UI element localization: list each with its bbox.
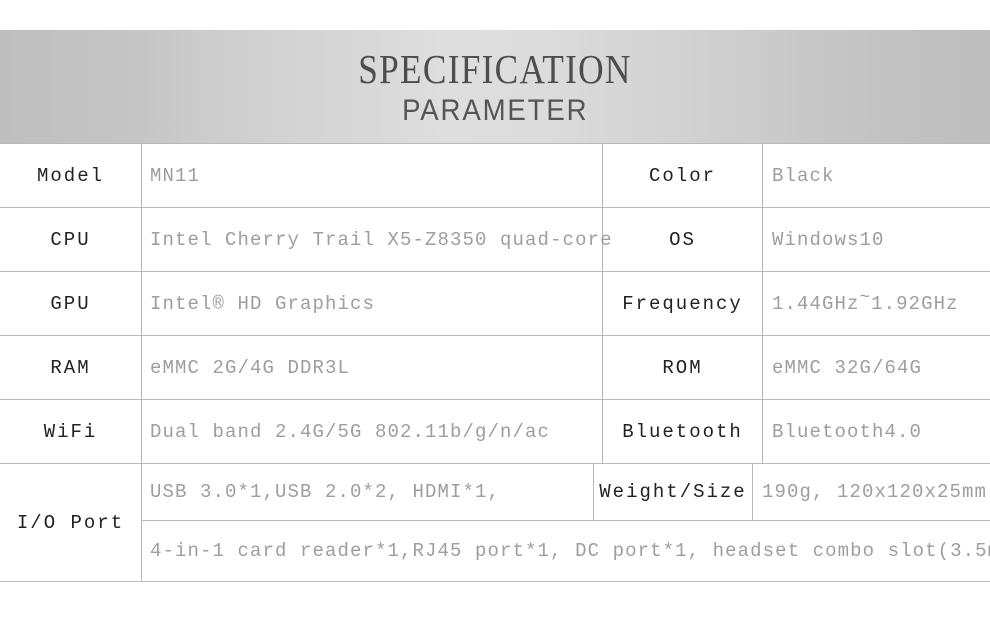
frequency-max: 1.92GHz bbox=[871, 292, 959, 315]
value-text: Intel Cherry Trail X5-Z8350 quad-core bbox=[150, 228, 613, 251]
io-port-value-block: USB 3.0*1,USB 2.0*2, HDMI*1, Weight/Size… bbox=[141, 463, 990, 582]
row-value-color: Black bbox=[762, 143, 990, 208]
row-value-ram: eMMC 2G/4G DDR3L bbox=[141, 335, 603, 400]
table-row: Model MN11 Color Black bbox=[0, 143, 990, 208]
row-label-cpu: CPU bbox=[0, 207, 142, 272]
row-label-wifi: WiFi bbox=[0, 399, 142, 464]
row-value-bluetooth: Bluetooth4.0 bbox=[762, 399, 990, 464]
row-label-gpu: GPU bbox=[0, 271, 142, 336]
label-text: WiFi bbox=[43, 420, 98, 443]
frequency-min: 1.44GHz bbox=[772, 292, 860, 315]
label-text: I/O Port bbox=[16, 511, 125, 534]
io-subrow-bottom: 4-in-1 card reader*1,RJ45 port*1, DC por… bbox=[142, 521, 990, 580]
row-label-os: OS bbox=[602, 207, 763, 272]
value-text: Bluetooth4.0 bbox=[772, 420, 923, 443]
row-label-model: Model bbox=[0, 143, 142, 208]
page-subtitle: PARAMETER bbox=[401, 94, 589, 127]
value-text: Windows10 bbox=[772, 228, 885, 251]
row-label-bluetooth: Bluetooth bbox=[602, 399, 763, 464]
page-title: SPECIFICATION bbox=[358, 46, 632, 92]
row-label-weight-size: Weight/Size bbox=[593, 464, 752, 520]
label-text: GPU bbox=[50, 292, 91, 315]
io-port-line-1: USB 3.0*1,USB 2.0*2, HDMI*1, bbox=[150, 481, 501, 503]
table-row: CPU Intel Cherry Trail X5-Z8350 quad-cor… bbox=[0, 207, 990, 272]
row-value-os: Windows10 bbox=[762, 207, 990, 272]
header-inner: SPECIFICATION PARAMETER bbox=[0, 30, 990, 143]
header-banner: SPECIFICATION PARAMETER bbox=[0, 30, 990, 143]
row-value-wifi: Dual band 2.4G/5G 802.11b/g/n/ac bbox=[141, 399, 603, 464]
specification-table: Model MN11 Color Black CPU Intel Cherry … bbox=[0, 143, 990, 582]
label-text: Frequency bbox=[622, 292, 743, 315]
io-subrow-top: USB 3.0*1,USB 2.0*2, HDMI*1, Weight/Size… bbox=[142, 464, 990, 521]
label-text: Color bbox=[648, 164, 716, 187]
table-body: Model MN11 Color Black CPU Intel Cherry … bbox=[0, 143, 990, 582]
label-text: RAM bbox=[50, 356, 91, 379]
value-text: 190g, 120x120x25mm bbox=[762, 481, 988, 503]
specification-page: SPECIFICATION PARAMETER Model MN11 Color… bbox=[0, 0, 990, 629]
row-value-gpu: Intel® HD Graphics bbox=[141, 271, 603, 336]
row-value-weight-size: 190g, 120x120x25mm bbox=[752, 464, 990, 520]
row-label-color: Color bbox=[602, 143, 763, 208]
table-row: RAM eMMC 2G/4G DDR3L ROM eMMC 32G/64G bbox=[0, 335, 990, 400]
row-value-rom: eMMC 32G/64G bbox=[762, 335, 990, 400]
row-label-frequency: Frequency bbox=[602, 271, 763, 336]
value-text: Dual band 2.4G/5G 802.11b/g/n/ac bbox=[150, 420, 551, 443]
value-text: MN11 bbox=[150, 164, 201, 187]
row-label-rom: ROM bbox=[602, 335, 763, 400]
value-text: Intel® HD Graphics bbox=[150, 292, 376, 315]
io-port-line-1-cell: USB 3.0*1,USB 2.0*2, HDMI*1, bbox=[142, 464, 593, 520]
label-text: Weight/Size bbox=[599, 481, 747, 503]
row-value-cpu: Intel Cherry Trail X5-Z8350 quad-core bbox=[141, 207, 611, 272]
label-text: OS bbox=[669, 228, 696, 251]
value-text: Black bbox=[772, 164, 835, 187]
value-text: eMMC 32G/64G bbox=[772, 356, 923, 379]
value-text-frequency: 1.44GHz~1.92GHz bbox=[772, 287, 959, 315]
label-text: CPU bbox=[50, 228, 91, 251]
value-text: eMMC 2G/4G DDR3L bbox=[150, 356, 351, 379]
label-text: Model bbox=[36, 164, 104, 187]
table-row: GPU Intel® HD Graphics Frequency 1.44GHz… bbox=[0, 271, 990, 336]
table-row: WiFi Dual band 2.4G/5G 802.11b/g/n/ac Bl… bbox=[0, 399, 990, 464]
label-text: Bluetooth bbox=[622, 420, 743, 443]
label-text: ROM bbox=[662, 356, 703, 379]
table-row-io-port: I/O Port USB 3.0*1,USB 2.0*2, HDMI*1, We… bbox=[0, 463, 990, 582]
io-port-line-2: 4-in-1 card reader*1,RJ45 port*1, DC por… bbox=[150, 539, 990, 562]
row-value-frequency: 1.44GHz~1.92GHz bbox=[762, 271, 990, 336]
row-label-io-port: I/O Port bbox=[0, 463, 142, 582]
row-label-ram: RAM bbox=[0, 335, 142, 400]
row-value-model: MN11 bbox=[141, 143, 603, 208]
